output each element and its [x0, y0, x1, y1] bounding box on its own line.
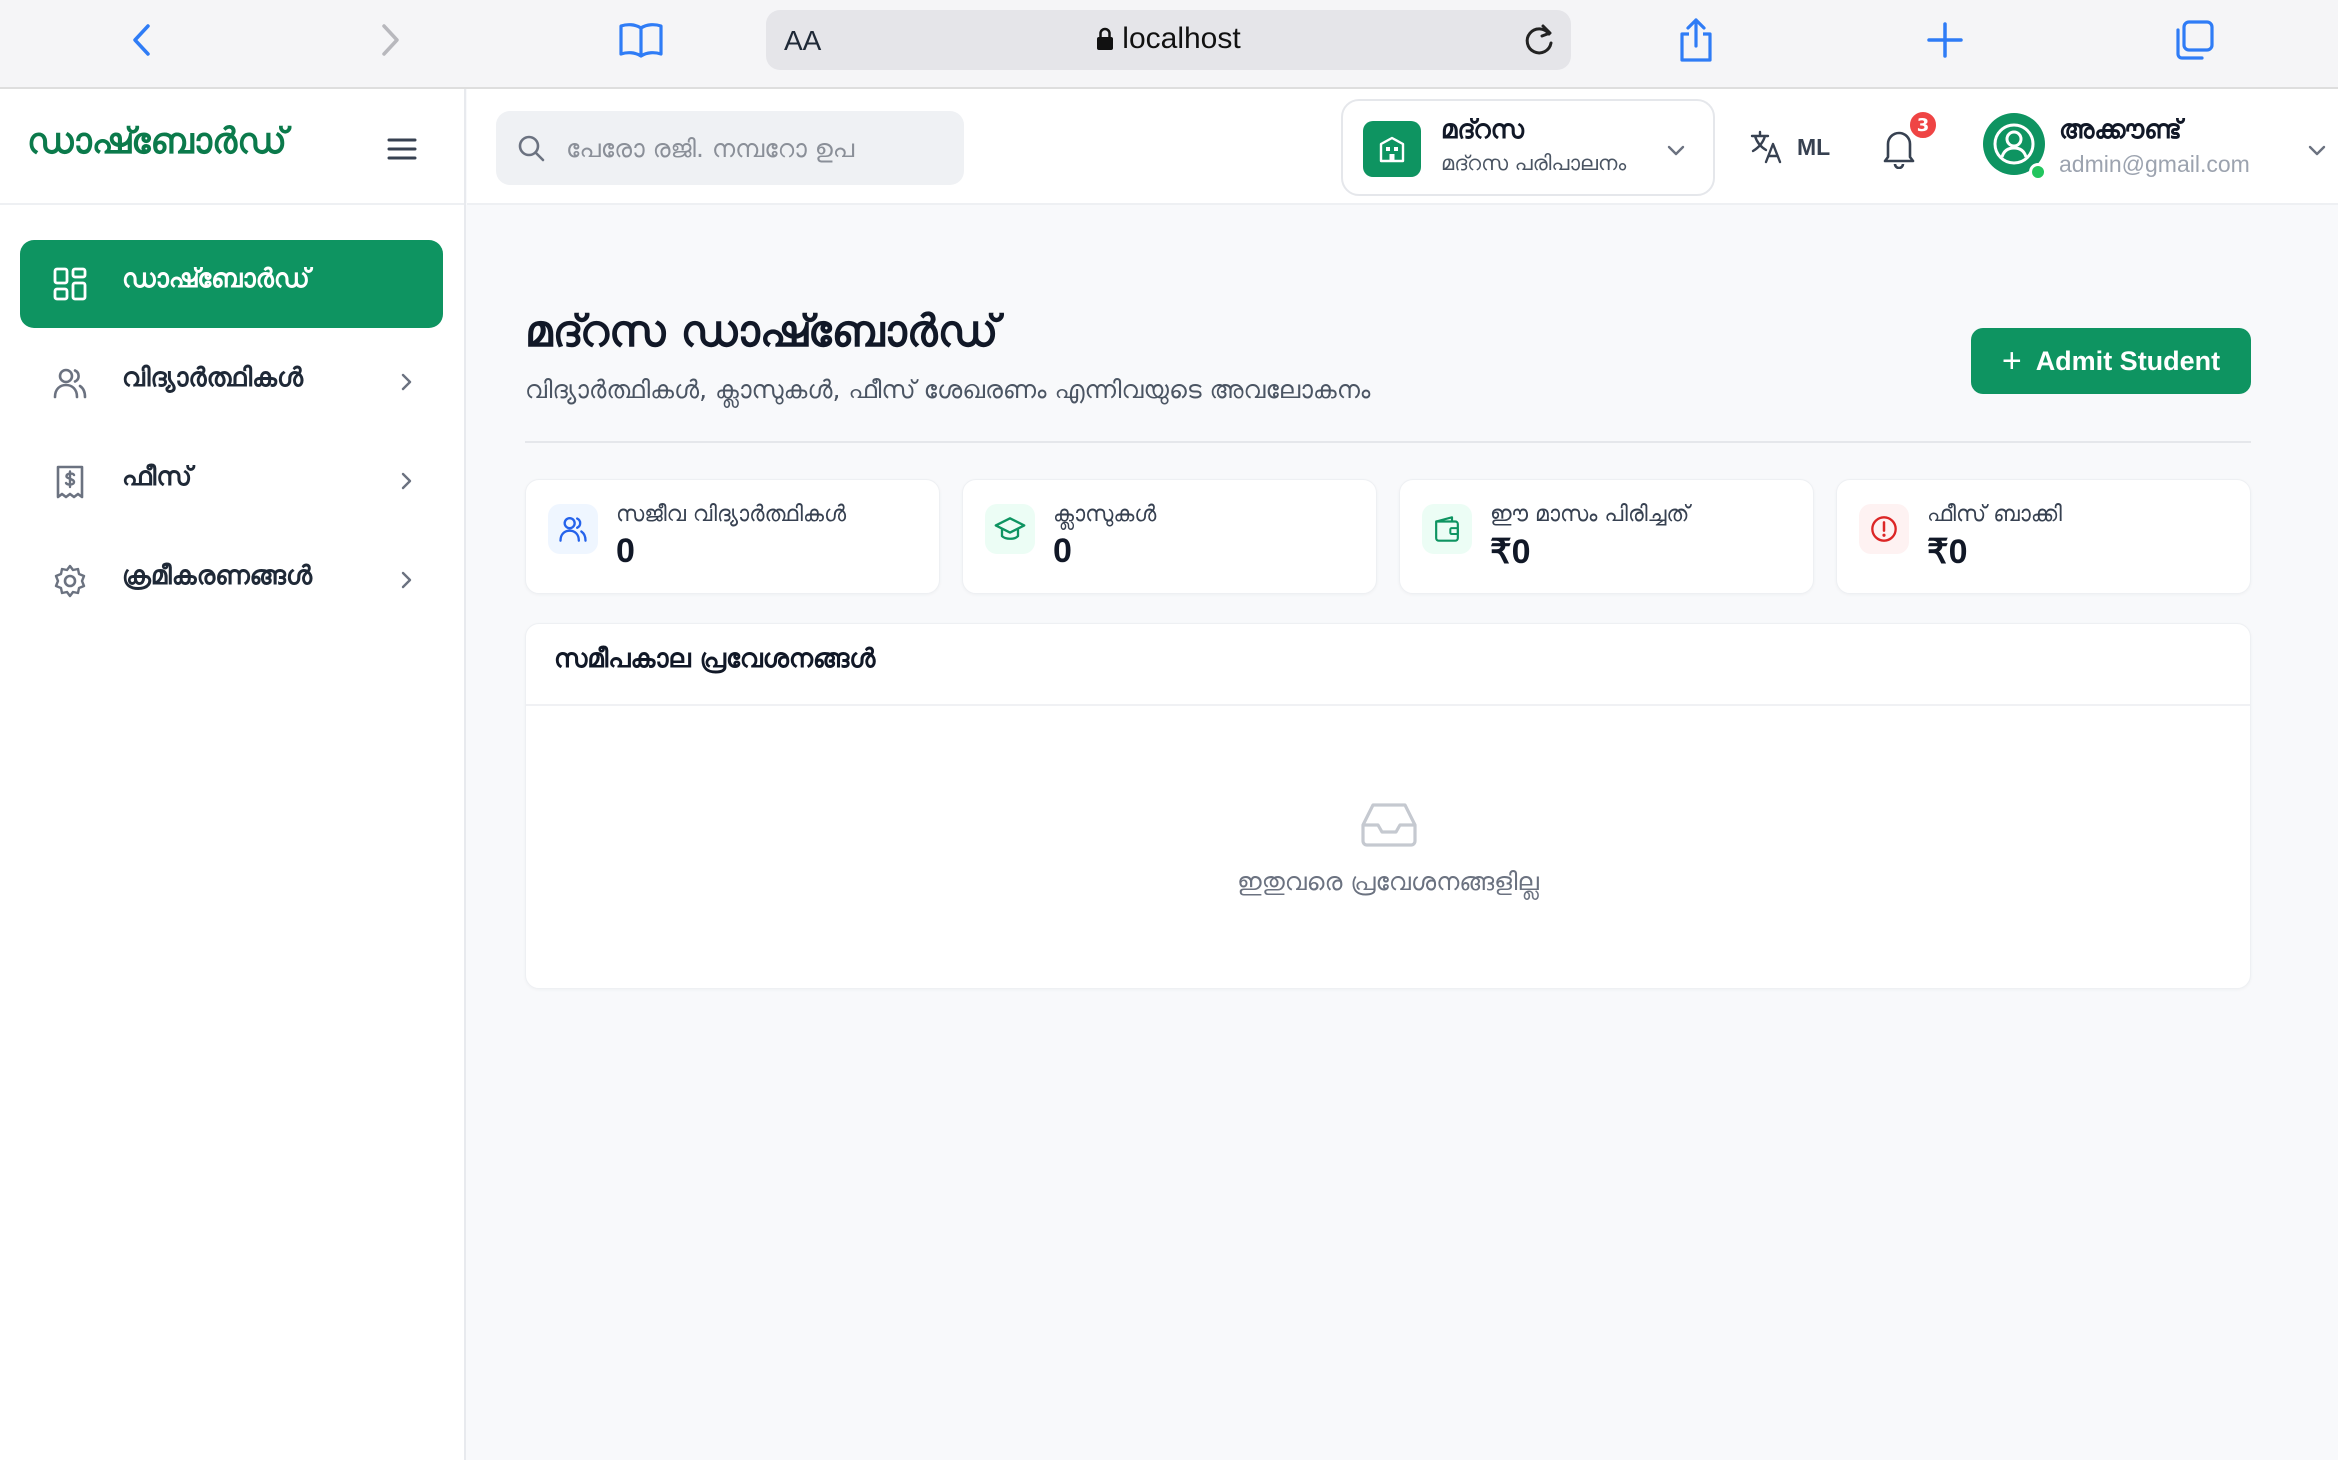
stat-card-classes: ക്ലാസുകൾ 0: [962, 479, 1377, 594]
sidebar-item-fees[interactable]: ഫീസ്: [20, 438, 443, 526]
forward-button[interactable]: [364, 14, 416, 66]
inbox-icon: [1361, 803, 1417, 847]
stat-value: ₹0: [1927, 533, 1968, 571]
chevron-right-icon: [401, 571, 412, 589]
org-switcher[interactable]: മദ്റസ മദ്റസ പരിപാലനം: [1341, 99, 1715, 196]
wallet-icon: [1422, 504, 1472, 554]
page-title: മദ്റസ ഡാഷ്ബോർഡ്: [525, 306, 999, 357]
page-subtitle: വിദ്യാർത്ഥികൾ, ക്ലാസുകൾ, ഫീസ് ശേഖരണം എന്…: [525, 375, 1371, 404]
sidebar-item-settings[interactable]: ക്രമീകരണങ്ങൾ: [20, 537, 443, 625]
language-switcher[interactable]: ML: [1749, 127, 1830, 167]
sidebar-item-label: ഡാഷ്ബോർഡ്: [122, 264, 310, 294]
alert-circle-icon: [1859, 504, 1909, 554]
sidebar-header: ഡാഷ്ബോർഡ്: [0, 89, 464, 205]
share-icon: [1680, 18, 1712, 62]
address-bar[interactable]: AA localhost: [766, 10, 1571, 70]
stat-label: ഈ മാസം പിരിച്ചത്: [1490, 502, 1690, 527]
building-icon: [1363, 121, 1421, 177]
translate-icon: [1750, 130, 1782, 164]
tabs-icon: [2176, 20, 2214, 60]
lock-icon: [1097, 27, 1114, 50]
online-status-dot: [2029, 163, 2047, 181]
divider: [525, 441, 2251, 443]
grid-icon: [53, 267, 87, 301]
search-icon: [518, 135, 545, 162]
chevron-right-icon: [401, 373, 412, 391]
reload-button[interactable]: [1515, 16, 1563, 64]
chevron-right-icon: [401, 472, 412, 490]
chevron-down-icon: [2308, 145, 2326, 156]
stat-label: ക്ലാസുകൾ: [1053, 502, 1157, 527]
sidebar-item-label: ക്രമീകരണങ്ങൾ: [122, 561, 313, 591]
admit-student-button[interactable]: + Admit Student: [1971, 328, 2251, 394]
divider: [526, 704, 2250, 706]
account-email: admin@gmail.com: [2059, 151, 2250, 177]
graduation-cap-icon: [985, 504, 1035, 554]
stat-label: ഫീസ് ബാക്കി: [1927, 502, 2062, 527]
stat-value: ₹0: [1490, 533, 1531, 571]
sidebar-item-students[interactable]: വിദ്യാർത്ഥികൾ: [20, 339, 443, 427]
reload-icon: [1525, 24, 1553, 55]
search-box[interactable]: [496, 111, 964, 185]
users-icon: [548, 504, 598, 554]
sidebar-item-dashboard[interactable]: ഡാഷ്ബോർഡ്: [20, 240, 443, 328]
stat-value: 0: [616, 532, 635, 570]
stat-label: സജീവ വിദ്യാർത്ഥികൾ: [616, 502, 847, 527]
top-header: മദ്റസ മദ്റസ പരിപാലനം ML 3 അക്കൗണ്ട് admi…: [467, 89, 2338, 205]
stat-value: 0: [1053, 532, 1072, 570]
account-name: അക്കൗണ്ട്: [2059, 115, 2182, 145]
plus-icon: +: [2001, 342, 2022, 380]
account-menu[interactable]: അക്കൗണ്ട് admin@gmail.com: [1983, 111, 2326, 187]
search-input[interactable]: [566, 123, 946, 173]
recent-admissions-title: സമീപകാല പ്രവേശനങ്ങൾ: [554, 644, 876, 674]
back-button[interactable]: [116, 14, 168, 66]
gear-icon: [54, 564, 86, 598]
user-circle-icon: [1993, 123, 2035, 165]
admit-student-label: Admit Student: [2035, 345, 2221, 376]
users-icon: [53, 368, 87, 399]
sidebar-item-label: വിദ്യാർത്ഥികൾ: [122, 363, 304, 393]
share-button[interactable]: [1670, 14, 1722, 66]
stat-card-fees-due: ഫീസ് ബാക്കി ₹0: [1836, 479, 2251, 594]
stat-card-collected-this-month: ഈ മാസം പിരിച്ചത് ₹0: [1399, 479, 1814, 594]
hamburger-icon: [387, 138, 417, 160]
new-tab-button[interactable]: [1919, 14, 1971, 66]
recent-admissions-card: സമീപകാല പ്രവേശനങ്ങൾ ഇതുവരെ പ്രവേശനങ്ങളില…: [525, 623, 2251, 989]
stat-card-active-students: സജീവ വിദ്യാർത്ഥികൾ 0: [525, 479, 940, 594]
receipt-icon: [56, 465, 84, 499]
empty-state-text: ഇതുവരെ പ്രവേശനങ്ങളില്ല: [1237, 867, 1539, 896]
url-text: localhost: [1122, 22, 1241, 55]
org-name: മദ്റസ: [1441, 115, 1524, 145]
chevron-down-icon: [1667, 145, 1685, 156]
bookmarks-button[interactable]: [615, 14, 667, 66]
tabs-overview-button[interactable]: [2168, 14, 2220, 66]
language-label: ML: [1797, 133, 1831, 160]
menu-toggle-button[interactable]: [380, 127, 424, 171]
book-icon: [619, 23, 663, 58]
sidebar-title: ഡാഷ്ബോർഡ്: [27, 121, 287, 162]
browser-toolbar: AA localhost: [0, 0, 2338, 89]
plus-icon: [1927, 22, 1963, 58]
sidebar: ഡാഷ്ബോർഡ് ഡാഷ്ബോർഡ് വിദ്യാർത്ഥികൾ ഫീസ് ക…: [0, 89, 466, 1460]
sidebar-item-label: ഫീസ്: [122, 462, 192, 492]
notification-count-badge: 3: [1908, 110, 1938, 140]
org-subtitle: മദ്റസ പരിപാലനം: [1441, 151, 1627, 175]
